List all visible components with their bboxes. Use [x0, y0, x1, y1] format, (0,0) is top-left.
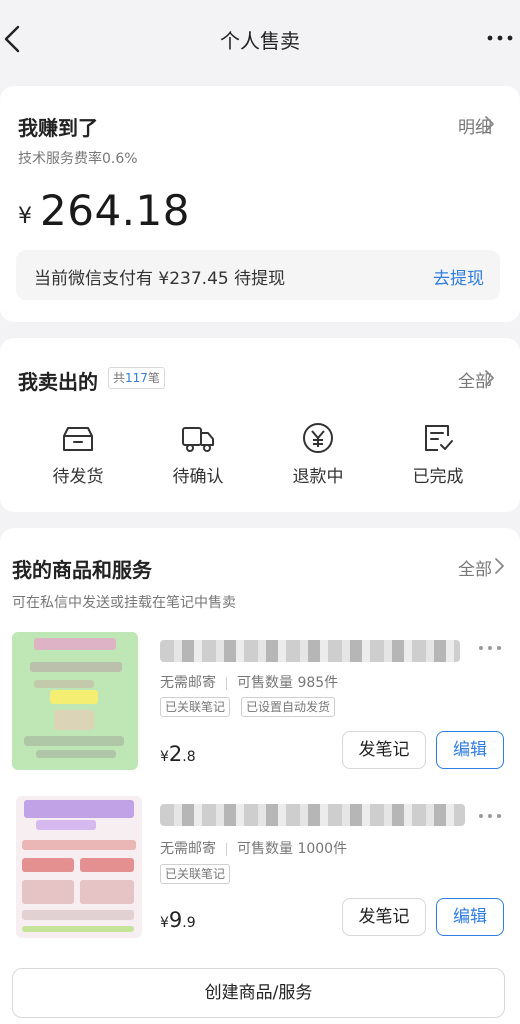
earnings-amount: 264.18: [40, 186, 190, 235]
withdraw-balance-text: 当前微信支付有 ¥237.45 待提现: [34, 269, 286, 289]
order-count-badge: 共117笔: [108, 367, 165, 389]
product-title-blurred: [160, 640, 460, 662]
sold-title: 我卖出的: [18, 370, 98, 394]
product-thumbnail[interactable]: [12, 632, 138, 770]
count-suffix: 笔: [147, 371, 160, 385]
more-options-icon[interactable]: [486, 26, 514, 50]
fee-rate: 技术服务费率0.6%: [18, 151, 138, 167]
edit-button[interactable]: 编辑: [436, 731, 504, 769]
product-price: ¥2.8: [160, 742, 196, 766]
product-meta: 无需邮寄 可售数量 985件: [160, 672, 338, 692]
page-title: 个人售卖: [220, 29, 300, 53]
withdraw-banner: 当前微信支付有 ¥237.45 待提现 去提现: [16, 250, 500, 300]
status-completed[interactable]: 已完成: [388, 422, 488, 487]
check-note-icon: [425, 425, 453, 451]
more-options-icon[interactable]: [478, 643, 502, 653]
post-note-button[interactable]: 发笔记: [342, 898, 426, 936]
truck-icon: [182, 427, 214, 452]
price-symbol: ¥: [160, 749, 169, 765]
goods-title: 我的商品和服务: [12, 558, 152, 582]
chevron-right-icon[interactable]: [483, 369, 495, 387]
stock-label: 可售数量 985件: [237, 675, 339, 691]
price-decimal: .8: [182, 749, 196, 765]
price-symbol: ¥: [160, 915, 169, 931]
tag-auto-ship: 已设置自动发货: [241, 697, 336, 717]
post-note-button[interactable]: 发笔记: [342, 731, 426, 769]
status-label: 待确认: [172, 467, 224, 487]
status-label: 已完成: [412, 467, 464, 487]
count-prefix: 共: [113, 371, 126, 385]
price-integer: 2: [168, 742, 183, 766]
status-label: 退款中: [292, 467, 344, 487]
chevron-right-icon[interactable]: [493, 557, 505, 575]
goods-all-link[interactable]: 全部: [458, 555, 492, 580]
shipping-label: 无需邮寄: [160, 675, 216, 691]
product-thumbnail[interactable]: [16, 796, 142, 938]
product-meta: 无需邮寄 可售数量 1000件: [160, 838, 347, 858]
tag-linked-note: 已关联笔记: [160, 697, 231, 717]
price-decimal: .9: [182, 915, 196, 931]
shipping-label: 无需邮寄: [160, 841, 216, 857]
currency-symbol: ¥: [18, 204, 32, 229]
earnings-title: 我赚到了: [18, 116, 98, 140]
status-to-confirm[interactable]: 待确认: [148, 422, 248, 487]
stock-label: 可售数量 1000件: [237, 841, 348, 857]
more-options-icon[interactable]: [478, 811, 502, 821]
create-product-button[interactable]: 创建商品/服务: [12, 968, 505, 1018]
price-integer: 9: [168, 908, 183, 932]
goods-subtitle: 可在私信中发送或挂载在笔记中售卖: [12, 595, 236, 611]
edit-button[interactable]: 编辑: [436, 898, 504, 936]
status-to-ship[interactable]: 待发货: [28, 422, 128, 487]
product-title-blurred: [160, 804, 465, 826]
status-refunding[interactable]: 退款中: [268, 422, 368, 487]
count-number: 117: [125, 371, 148, 385]
tag-linked-note: 已关联笔记: [160, 864, 231, 884]
top-bar: 个人售卖: [0, 0, 520, 80]
withdraw-button[interactable]: 去提现: [433, 264, 484, 289]
package-icon: [63, 427, 93, 451]
chevron-right-icon[interactable]: [483, 115, 495, 133]
status-label: 待发货: [52, 467, 104, 487]
product-price: ¥9.9: [160, 908, 196, 932]
yen-circle-icon: [303, 423, 333, 453]
